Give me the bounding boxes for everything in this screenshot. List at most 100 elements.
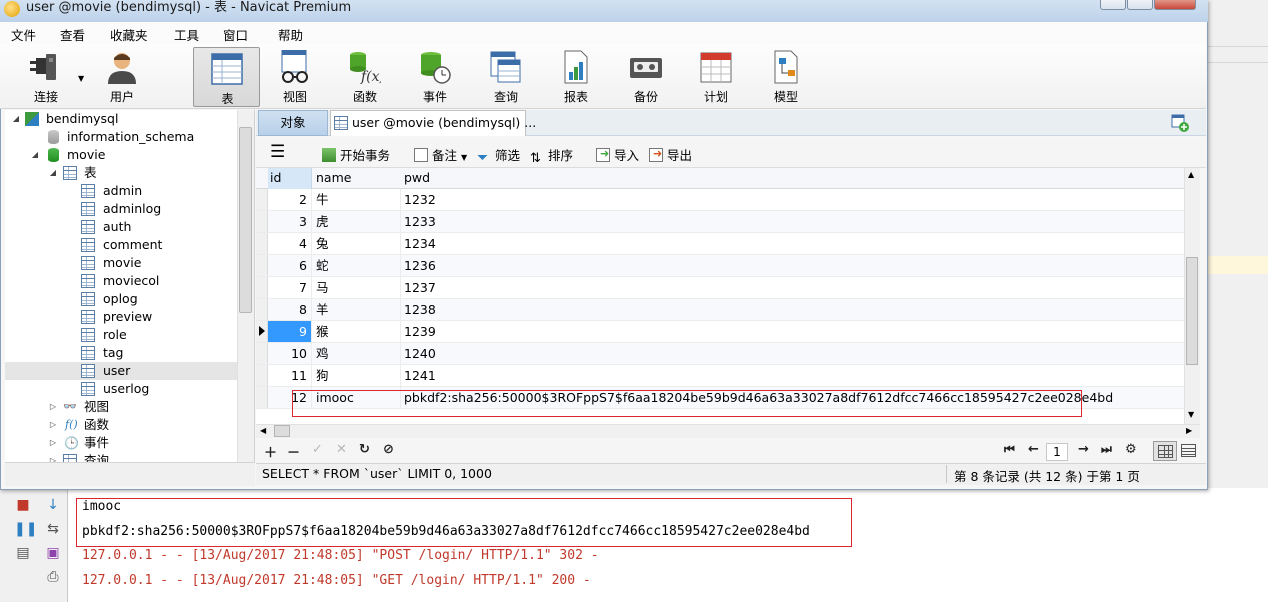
pause-icon[interactable]: ❚❚ — [14, 520, 37, 538]
grid-vertical-scrollbar-thumb[interactable] — [1186, 257, 1198, 365]
tab-user-table[interactable]: user @movie (bendimysql) ... — [330, 110, 536, 136]
scroll-down-icon[interactable]: ▼ — [1188, 410, 1194, 419]
cell-pwd[interactable]: 1239 — [401, 321, 1181, 342]
row-indicator[interactable] — [256, 299, 268, 320]
cell-name[interactable]: 猴 — [312, 321, 401, 342]
wrap-icon[interactable]: ⇆ — [44, 520, 62, 538]
cell-name[interactable]: 羊 — [312, 299, 401, 320]
grid-horizontal-scrollbar-thumb[interactable] — [274, 425, 290, 437]
refresh-icon[interactable]: ↻ — [359, 442, 370, 457]
cell-id[interactable]: 11 — [268, 365, 312, 386]
table-row[interactable]: 10 鸡 1240 — [256, 343, 1184, 365]
cell-id-selected[interactable]: 9 — [268, 321, 312, 342]
tree-table-userlog[interactable]: userlog — [11, 380, 235, 398]
first-page-icon[interactable]: ⏮ — [1004, 442, 1015, 457]
layout-icon[interactable]: ▤ — [14, 544, 32, 562]
cell-name[interactable]: 兔 — [312, 233, 401, 254]
page-number-input[interactable]: 1 — [1046, 443, 1068, 461]
menu-help[interactable]: 帮助 — [278, 25, 303, 44]
cell-name[interactable]: 马 — [312, 277, 401, 298]
cell-name[interactable]: 虎 — [312, 211, 401, 232]
tree-table-preview[interactable]: preview — [11, 308, 235, 326]
cell-name[interactable]: 狗 — [312, 365, 401, 386]
report-button[interactable]: 报表 — [545, 46, 607, 106]
menu-favorites[interactable]: 收藏夹 — [110, 25, 148, 44]
cell-id[interactable]: 4 — [268, 233, 312, 254]
expand-icon[interactable]: ▷ — [48, 434, 58, 452]
expand-icon[interactable]: ▷ — [48, 416, 58, 434]
row-indicator[interactable] — [256, 189, 268, 210]
form-view-button[interactable] — [1178, 441, 1200, 461]
collapse-icon[interactable]: ◢ — [48, 164, 58, 182]
cell-name[interactable]: 鸡 — [312, 343, 401, 364]
sort-button[interactable]: ⇅ 排序 — [530, 145, 573, 166]
grid-view-button[interactable] — [1153, 441, 1177, 461]
cell-id[interactable]: 3 — [268, 211, 312, 232]
row-indicator[interactable] — [256, 233, 268, 254]
memo-button[interactable]: 备注 ▼ — [414, 145, 467, 164]
table-row[interactable]: 2 牛 1232 — [256, 189, 1184, 211]
tree-scrollbar-thumb[interactable] — [239, 127, 252, 313]
tree-table-adminlog[interactable]: adminlog — [11, 200, 235, 218]
import-button[interactable]: ➜ 导入 — [596, 145, 639, 164]
table-row[interactable]: 11 狗 1241 — [256, 365, 1184, 387]
new-tab-icon[interactable] — [1168, 112, 1192, 134]
scroll-right-icon[interactable]: ▶ — [1186, 426, 1192, 435]
cell-pwd[interactable]: 1241 — [401, 365, 1181, 386]
column-header-pwd[interactable]: pwd — [404, 170, 430, 185]
tree-table-comment[interactable]: comment — [11, 236, 235, 254]
event-button[interactable]: 事件 — [404, 46, 466, 106]
cell-pwd[interactable]: 1234 — [401, 233, 1181, 254]
tree-table-movie[interactable]: movie — [11, 254, 235, 272]
row-indicator[interactable] — [256, 211, 268, 232]
previous-page-icon[interactable]: ← — [1028, 442, 1039, 457]
collapse-icon[interactable]: ◢ — [30, 146, 40, 164]
table-row-current[interactable]: 9 猴 1239 — [256, 321, 1184, 343]
cell-id[interactable]: 2 — [268, 189, 312, 210]
connect-button[interactable]: 连接 — [15, 46, 77, 106]
table-row[interactable]: 7 马 1237 — [256, 277, 1184, 299]
expand-icon[interactable]: ▷ — [48, 452, 58, 462]
tree-table-user[interactable]: user — [5, 362, 237, 380]
settings-gear-icon[interactable]: ⚙ — [1125, 442, 1137, 457]
function-button[interactable]: f(x) 函数 — [334, 46, 396, 106]
column-header-id[interactable]: id — [270, 170, 281, 185]
scroll-left-icon[interactable]: ◀ — [260, 426, 266, 435]
menu-window[interactable]: 窗口 — [223, 25, 248, 44]
menu-view[interactable]: 查看 — [60, 25, 85, 44]
table-row[interactable]: 3 虎 1233 — [256, 211, 1184, 233]
row-indicator[interactable] — [256, 387, 268, 408]
model-button[interactable]: 模型 — [755, 46, 817, 106]
grid-horizontal-scrollbar[interactable]: ◀ ▶ — [256, 424, 1200, 438]
close-button[interactable] — [1154, 0, 1196, 10]
connect-dropdown-icon[interactable]: ▼ — [78, 74, 84, 83]
user-button[interactable]: 用户 — [91, 46, 153, 106]
next-page-icon[interactable]: → — [1078, 442, 1089, 457]
cell-name[interactable]: 蛇 — [312, 255, 401, 276]
table-button[interactable]: 表 — [193, 47, 260, 107]
scroll-up-icon[interactable]: ▲ — [1188, 170, 1194, 179]
cell-id[interactable]: 6 — [268, 255, 312, 276]
minimize-button[interactable] — [1100, 0, 1126, 10]
table-row[interactable]: 4 兔 1234 — [256, 233, 1184, 255]
apply-changes-icon[interactable]: ✓ — [312, 442, 323, 457]
column-header-name[interactable]: name — [316, 170, 351, 185]
begin-transaction-button[interactable]: 开始事务 — [322, 145, 390, 164]
tree-table-auth[interactable]: auth — [11, 218, 235, 236]
add-record-icon[interactable]: ＋ — [264, 442, 277, 461]
row-indicator[interactable] — [256, 255, 268, 276]
query-button[interactable]: 查询 — [475, 46, 537, 106]
delete-record-icon[interactable]: － — [287, 442, 300, 461]
export-button[interactable]: ➜ 导出 — [649, 145, 692, 164]
tree-table-tag[interactable]: tag — [11, 344, 235, 362]
menu-tools[interactable]: 工具 — [174, 25, 199, 44]
view-button[interactable]: 视图 — [264, 46, 326, 106]
menu-file[interactable]: 文件 — [11, 25, 36, 44]
schedule-button[interactable]: 计划 — [685, 46, 747, 106]
table-row[interactable]: 6 蛇 1236 — [256, 255, 1184, 277]
tree-table-admin[interactable]: admin — [11, 182, 235, 200]
tab-objects[interactable]: 对象 — [258, 110, 328, 136]
collapse-icon[interactable]: ◢ — [11, 110, 21, 128]
cell-id[interactable]: 8 — [268, 299, 312, 320]
cell-pwd[interactable]: 1237 — [401, 277, 1181, 298]
